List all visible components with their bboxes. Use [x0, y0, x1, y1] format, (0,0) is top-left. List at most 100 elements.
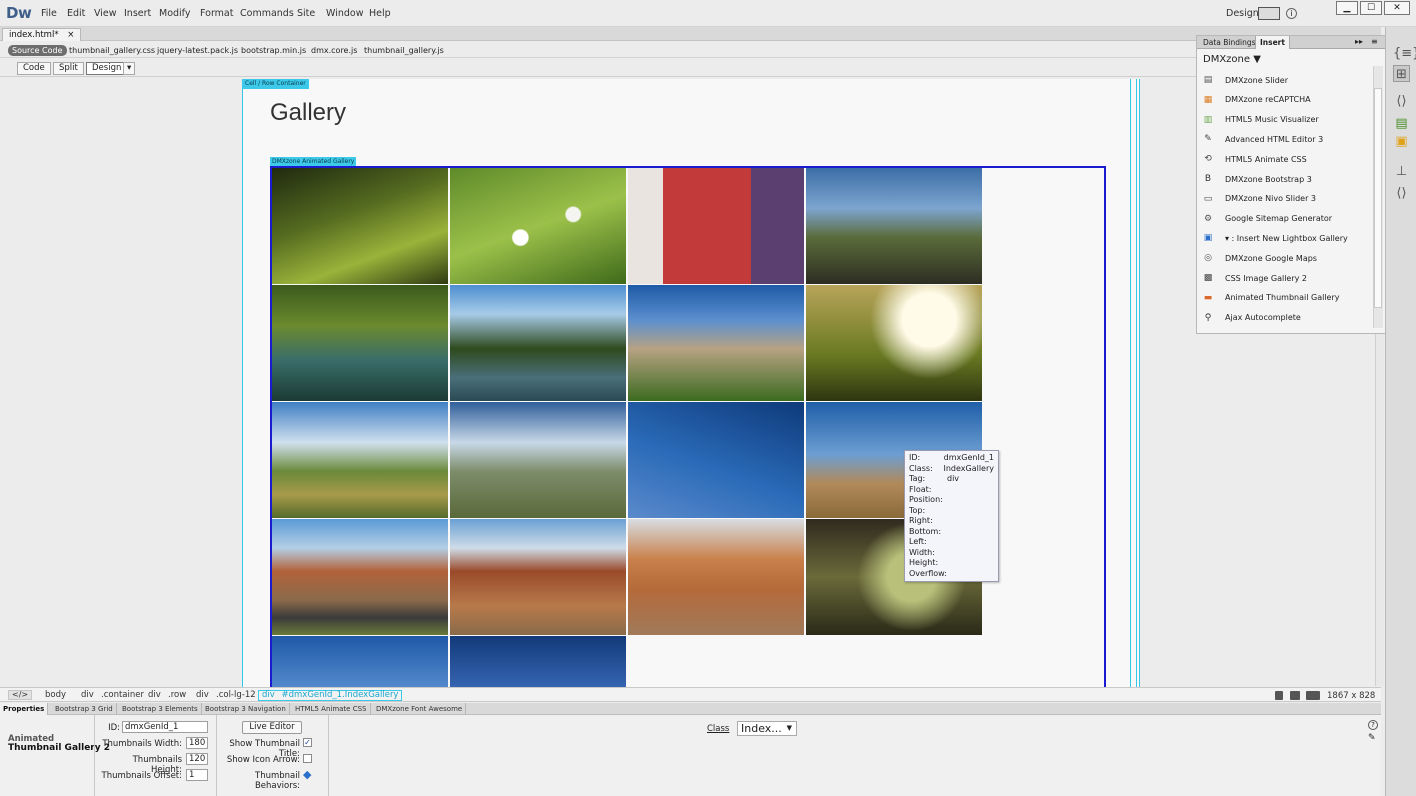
menu-window[interactable]: Window [326, 8, 363, 19]
design-view-button[interactable]: Design [86, 62, 128, 75]
thumbnail-lake-trees[interactable] [272, 285, 448, 401]
thumbnail-woman-view[interactable] [806, 168, 982, 284]
related-file[interactable]: dmx.core.js [311, 46, 357, 55]
assets-icon[interactable]: ▤ [1393, 115, 1410, 132]
tab-font-awesome[interactable]: DMXzone Font Awesome [373, 703, 467, 715]
info-icon[interactable]: i [1286, 8, 1297, 19]
menu-format[interactable]: Format [200, 8, 233, 19]
edit-rule-icon[interactable]: ✎ [1368, 733, 1378, 743]
insert-item[interactable]: ▤ DMXzone Slider [1197, 70, 1373, 90]
tablet-size-icon[interactable] [1290, 691, 1300, 700]
tab-bootstrap-navigation[interactable]: Bootstrap 3 Navigation [202, 703, 290, 715]
tab-bootstrap-grid[interactable]: Bootstrap 3 Grid [52, 703, 117, 715]
thumbnail-daisies[interactable] [450, 168, 626, 284]
panel-menu-icon[interactable]: ≡ [1371, 37, 1378, 46]
insert-item[interactable]: B DMXzone Bootstrap 3 [1197, 169, 1373, 189]
insert-item[interactable]: ▣ ▾ : Insert New Lightbox Gallery [1197, 228, 1373, 248]
scroll-thumb[interactable] [1374, 88, 1382, 308]
help-icon[interactable]: ? [1368, 720, 1378, 730]
tag-active-element[interactable]: div #dmxGenId_1.IndexGallery [258, 690, 403, 701]
tab-html5-animate-css[interactable]: HTML5 Animate CSS [292, 703, 371, 715]
thumbnail-valley[interactable] [272, 402, 448, 518]
tag-div[interactable]: div [148, 690, 161, 700]
menu-insert[interactable]: Insert [124, 8, 151, 19]
thumbnail-palms[interactable] [628, 402, 804, 518]
desktop-size-icon[interactable] [1306, 691, 1320, 700]
tag-col-lg-12[interactable]: .col-lg-12 [216, 690, 256, 700]
insert-item[interactable]: ▦ DMXzone reCAPTCHA [1197, 90, 1373, 110]
related-file[interactable]: bootstrap.min.js [241, 46, 306, 55]
thumbnail-sky[interactable] [272, 636, 448, 687]
id-input[interactable]: dmxGenId_1 [122, 721, 208, 733]
insert-item[interactable]: ⚲ Ajax Autocomplete [1197, 308, 1373, 328]
thumbnail-desert-tree[interactable] [628, 519, 804, 635]
close-button[interactable]: ✕ [1384, 1, 1410, 15]
behaviors-icon[interactable]: ◆ [303, 769, 315, 781]
show-arrow-checkbox[interactable] [303, 754, 312, 763]
tab-properties[interactable]: Properties [0, 703, 49, 715]
insert-item[interactable]: ✎ Advanced HTML Editor 3 [1197, 129, 1373, 149]
menu-commands[interactable]: Commands [240, 8, 294, 19]
tab-close-icon[interactable]: × [67, 30, 74, 40]
files-icon[interactable]: ⊥ [1393, 163, 1410, 180]
tab-index-html[interactable]: index.html* × [2, 28, 82, 41]
tag-body[interactable]: body [45, 690, 66, 700]
row-container-tag[interactable]: Cell / Row Container [242, 79, 309, 89]
tab-data-bindings[interactable]: Data Bindings [1199, 36, 1260, 49]
source-code-button[interactable]: Source Code [8, 45, 67, 56]
tag-div[interactable]: div [81, 690, 94, 700]
animated-thumbnail-gallery[interactable] [270, 166, 1106, 687]
insert-item[interactable]: ▩ CSS Image Gallery 2 [1197, 268, 1373, 288]
related-file[interactable]: jquery-latest.pack.js [157, 46, 238, 55]
thumbnail-sun-grass[interactable] [806, 285, 982, 401]
thumbnail-apron[interactable] [628, 168, 804, 284]
thumbnail-blue-sky[interactable] [450, 636, 626, 687]
insert-item[interactable]: ⚙ Google Sitemap Generator [1197, 209, 1373, 229]
menu-view[interactable]: View [94, 8, 117, 19]
menu-file[interactable]: File [41, 8, 57, 19]
tag-div[interactable]: div [196, 690, 209, 700]
menu-site[interactable]: Site [297, 8, 315, 19]
css-designer-icon[interactable]: ⟨⟩ [1393, 93, 1410, 110]
tab-bootstrap-elements[interactable]: Bootstrap 3 Elements [119, 703, 202, 715]
split-view-button[interactable]: Split [53, 62, 84, 75]
mobile-size-icon[interactable] [1275, 691, 1283, 700]
insert-category-dropdown[interactable]: DMXzone ▼ [1203, 54, 1261, 65]
insert-panel-icon[interactable]: ⊞ [1393, 65, 1410, 82]
snippets-icon[interactable]: ▣ [1393, 133, 1410, 150]
related-file[interactable]: thumbnail_gallery.css [69, 46, 155, 55]
canvas-scrollbar[interactable] [1375, 334, 1384, 686]
insert-item[interactable]: ⟲ HTML5 Animate CSS [1197, 149, 1373, 169]
thumbnail-grass[interactable] [272, 168, 448, 284]
tag-container[interactable]: .container [101, 690, 144, 700]
thumbnail-cliff-lake[interactable] [450, 285, 626, 401]
maximize-button[interactable]: ☐ [1360, 1, 1382, 15]
insert-item[interactable]: ▬ Animated Thumbnail Gallery [1197, 288, 1373, 308]
thumbnail-hills[interactable] [450, 402, 626, 518]
sync-icon[interactable] [1258, 7, 1280, 20]
menu-help[interactable]: Help [369, 8, 391, 19]
tag-row[interactable]: .row [168, 690, 186, 700]
tab-insert[interactable]: Insert [1255, 36, 1290, 49]
live-editor-button[interactable]: Live Editor [242, 721, 302, 734]
related-file[interactable]: thumbnail_gallery.js [364, 46, 444, 55]
menu-modify[interactable]: Modify [159, 8, 190, 19]
dom-panel-icon[interactable]: {≡} [1393, 45, 1416, 62]
code-navigator-icon[interactable]: </> [8, 690, 33, 700]
menu-edit[interactable]: Edit [67, 8, 85, 19]
insert-item[interactable]: ▥ HTML5 Music Visualizer [1197, 110, 1373, 130]
show-title-checkbox[interactable]: ✓ [303, 738, 312, 747]
insert-item[interactable]: ◎ DMXzone Google Maps [1197, 248, 1373, 268]
thumb-width-input[interactable]: 180 [186, 737, 208, 749]
thumbnail-canyon-road[interactable] [272, 519, 448, 635]
class-select[interactable]: Index... ▼ [737, 721, 797, 736]
thumbnail-canyon[interactable] [450, 519, 626, 635]
panel-expand-icon[interactable]: ▸▸ [1355, 37, 1363, 46]
gallery-element-tag[interactable]: DMXzone Animated Gallery [270, 157, 357, 166]
design-canvas[interactable]: Cell / Row Container Gallery DMXzone Ani… [6, 79, 1381, 687]
thumb-height-input[interactable]: 120 [186, 753, 208, 765]
minimize-button[interactable]: ▁ [1336, 1, 1358, 15]
thumb-offset-input[interactable]: 1 [186, 769, 208, 781]
insert-item[interactable]: ▭ DMXzone Nivo Slider 3 [1197, 189, 1373, 209]
code-view-button[interactable]: Code [17, 62, 51, 75]
